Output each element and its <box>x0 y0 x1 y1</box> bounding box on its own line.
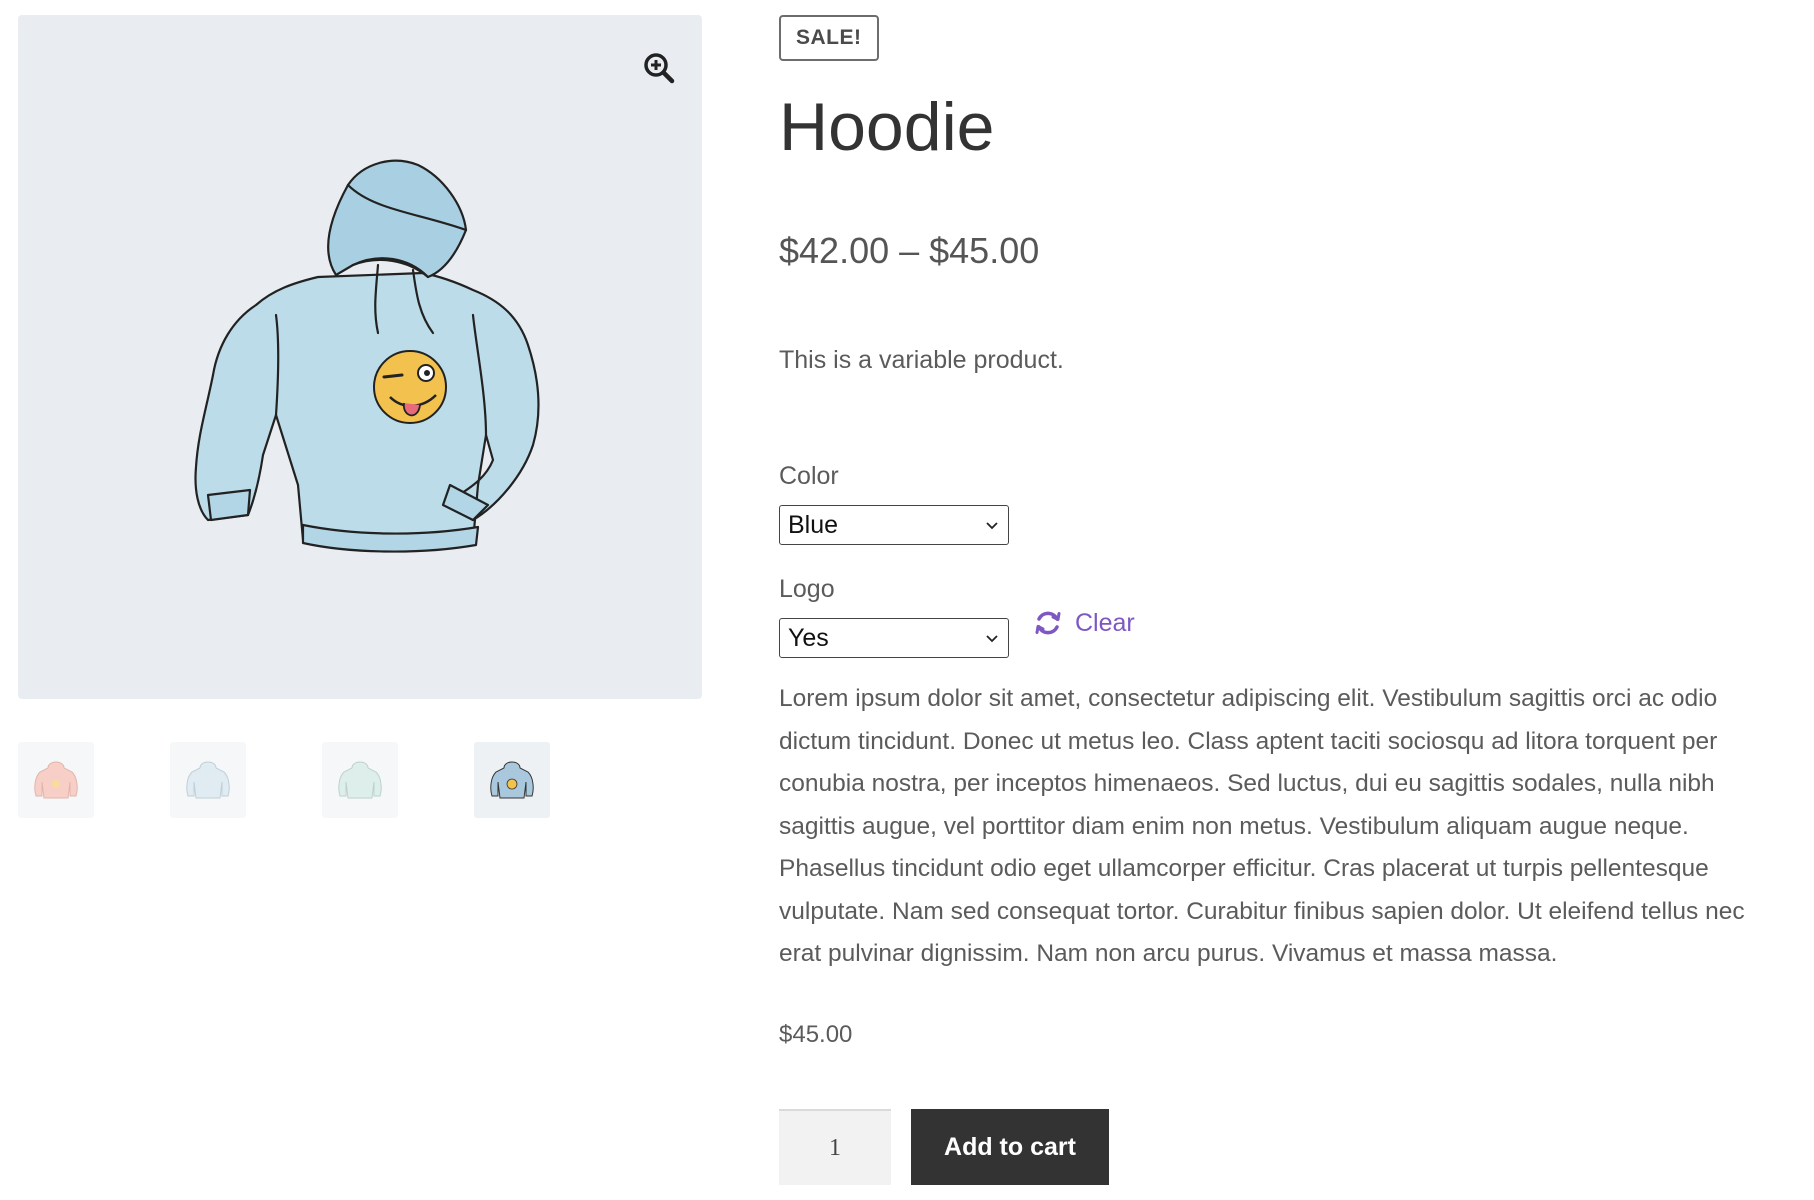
product-main-image[interactable] <box>18 15 702 699</box>
hoodie-image <box>194 159 540 553</box>
hoodie-blue-icon <box>186 761 230 799</box>
clear-label: Clear <box>1075 608 1135 637</box>
zoom-in-icon[interactable] <box>638 47 682 91</box>
quantity-input[interactable] <box>779 1109 891 1185</box>
hoodie-blue-logo-icon <box>490 761 534 799</box>
product-title: Hoodie <box>779 89 995 165</box>
thumbnail-hoodie-blue-logo[interactable] <box>474 742 550 818</box>
logo-label: Logo <box>779 575 835 603</box>
chevron-down-icon <box>986 635 998 643</box>
short-description: This is a variable product. <box>779 346 1064 374</box>
product-page: SALE! Hoodie $42.00 – $45.00 This is a v… <box>0 0 1814 1200</box>
product-description: Lorem ipsum dolor sit amet, consectetur … <box>779 685 1745 967</box>
logo-select[interactable]: Yes <box>779 618 1009 658</box>
color-label: Color <box>779 462 839 490</box>
winking-emoji-logo <box>373 350 447 424</box>
sale-badge: SALE! <box>779 15 879 61</box>
hoodie-green-icon <box>338 761 382 799</box>
variation-price: $45.00 <box>779 1021 853 1048</box>
thumbnail-hoodie-blue[interactable] <box>170 742 246 818</box>
price-range: $42.00 – $45.00 <box>779 230 1040 271</box>
chevron-down-icon <box>986 522 998 530</box>
add-to-cart-button[interactable]: Add to cart <box>911 1109 1109 1185</box>
gallery-thumbnails <box>18 742 702 818</box>
logo-select-value: Yes <box>788 623 829 652</box>
color-select[interactable]: Blue <box>779 505 1009 545</box>
refresh-icon <box>1035 611 1061 635</box>
thumbnail-hoodie-green[interactable] <box>322 742 398 818</box>
clear-selection-link[interactable]: Clear <box>1033 603 1135 643</box>
color-select-value: Blue <box>788 510 839 539</box>
hoodie-pink-icon <box>34 761 78 799</box>
thumbnail-hoodie-pink[interactable] <box>18 742 94 818</box>
